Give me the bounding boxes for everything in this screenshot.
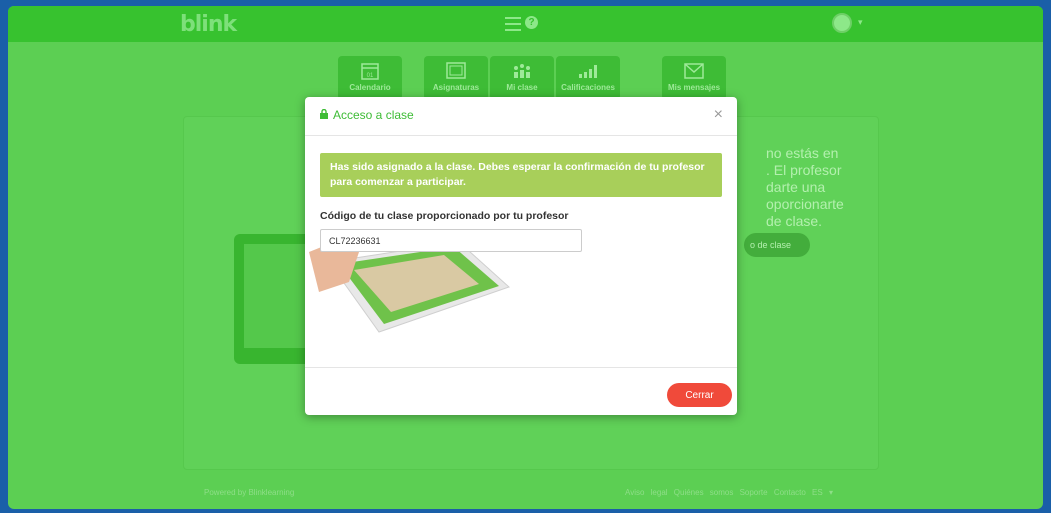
chevron-down-icon[interactable]: ▾ bbox=[858, 17, 863, 28]
tab-label: Mi clase bbox=[506, 83, 538, 92]
tab-label: Calificaciones bbox=[561, 83, 615, 92]
background-line: de clase. bbox=[766, 213, 823, 229]
calendar-icon: 01 bbox=[361, 63, 379, 80]
modal-title: Acceso a clase bbox=[333, 108, 414, 122]
class-code-input[interactable] bbox=[320, 229, 582, 252]
tab-calificaciones[interactable]: Calificaciones bbox=[556, 56, 620, 100]
close-icon[interactable]: × bbox=[714, 106, 723, 124]
background-message: no estás en . El profesor darte una opor… bbox=[766, 145, 844, 230]
tab-calendario[interactable]: 01 Calendario bbox=[338, 56, 402, 100]
close-button[interactable]: Cerrar bbox=[667, 383, 732, 407]
tab-asignaturas[interactable]: Asignaturas bbox=[424, 56, 488, 100]
modal-header: Acceso a clase × bbox=[305, 97, 737, 136]
tab-label: Asignaturas bbox=[432, 83, 480, 92]
class-code-button[interactable]: o de clase bbox=[744, 233, 810, 257]
tab-label: Mis mensajes bbox=[667, 83, 721, 92]
background-line: no estás en bbox=[766, 145, 839, 161]
menu-icon[interactable] bbox=[505, 17, 521, 31]
background-line: oporcionarte bbox=[766, 196, 844, 212]
help-icon[interactable]: ? bbox=[525, 16, 538, 29]
access-class-modal: Acceso a clase × Has sido asignado a la … bbox=[305, 97, 737, 415]
calendar-badge: 01 bbox=[367, 73, 374, 79]
lock-icon bbox=[320, 109, 328, 119]
background-line: darte una bbox=[766, 179, 826, 195]
background-line: . El profesor bbox=[766, 162, 842, 178]
tab-mi-clase[interactable]: Mi clase bbox=[490, 56, 554, 100]
tab-mis-mensajes[interactable]: Mis mensajes bbox=[662, 56, 726, 100]
tab-label: Calendario bbox=[349, 83, 391, 92]
footer-links[interactable]: Aviso legal Quiénes somos Soporte Contac… bbox=[625, 488, 833, 497]
modal-footer-divider bbox=[305, 367, 737, 368]
user-avatar[interactable] bbox=[832, 13, 852, 33]
envelope-icon bbox=[684, 63, 704, 79]
top-bar: blink ? ▾ bbox=[8, 6, 1043, 42]
class-code-label: Código de tu clase proporcionado por tu … bbox=[320, 210, 569, 222]
powered-by[interactable]: Powered by Blinklearning bbox=[204, 488, 294, 497]
assignment-alert: Has sido asignado a la clase. Debes espe… bbox=[320, 153, 722, 197]
people-icon bbox=[514, 64, 530, 78]
blink-logo[interactable]: blink bbox=[180, 12, 237, 37]
book-icon bbox=[446, 62, 466, 79]
bar-chart-icon bbox=[579, 65, 597, 78]
